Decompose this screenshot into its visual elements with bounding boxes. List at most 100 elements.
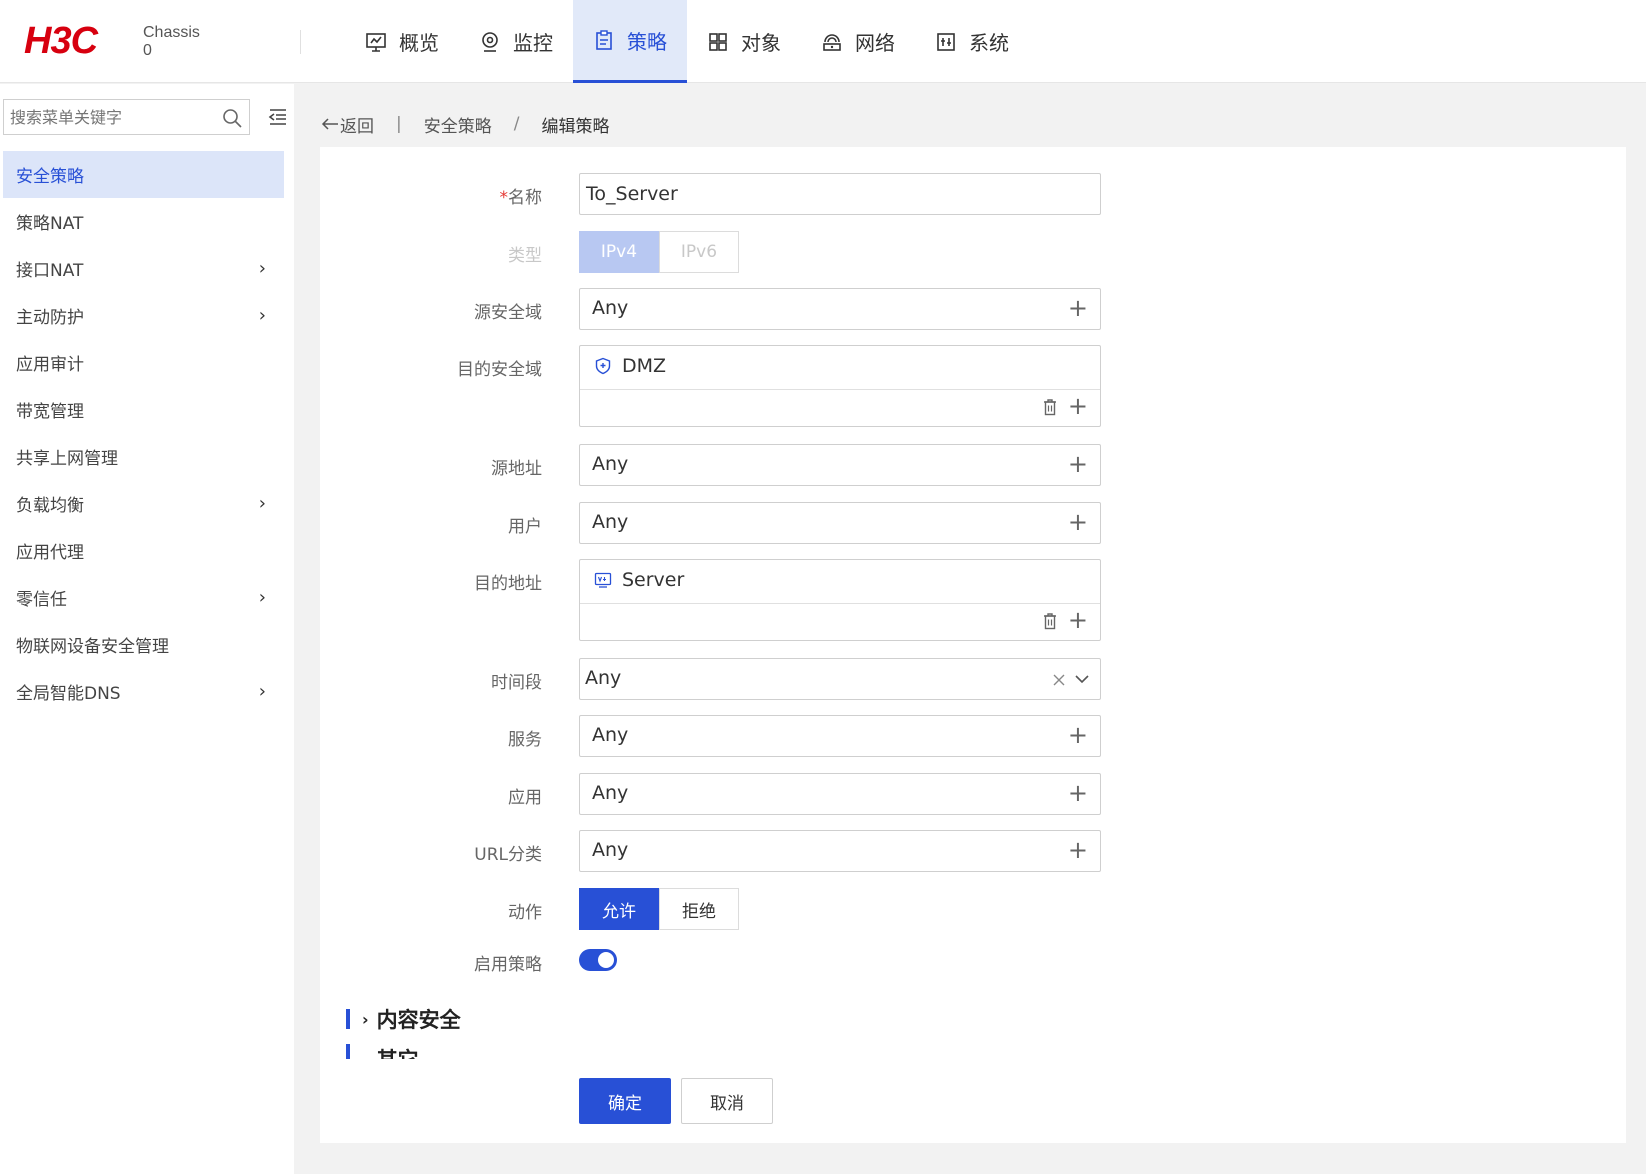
- menu-search-box[interactable]: [3, 99, 250, 135]
- breadcrumb-divider: |: [396, 114, 402, 134]
- dst-addr-field[interactable]: Server +: [579, 559, 1101, 641]
- form-row-action: 动作 允许 拒绝: [320, 888, 1626, 930]
- add-icon[interactable]: +: [1068, 723, 1088, 747]
- ip-type-selector: IPv4 IPv6: [579, 231, 739, 273]
- collapse-menu-icon[interactable]: [268, 108, 288, 126]
- chevron-right-icon: ›: [258, 493, 266, 514]
- type-label: 类型: [508, 246, 542, 266]
- form-row-app: 应用 Any +: [320, 773, 1626, 815]
- sidebar-item-interface-nat[interactable]: 接口NAT ›: [0, 245, 284, 292]
- breadcrumb-separator: /: [513, 114, 520, 134]
- content-security-section[interactable]: › 内容安全: [346, 1004, 461, 1034]
- sidebar-item-load-balance[interactable]: 负载均衡 ›: [0, 480, 284, 527]
- clipboard-icon: [596, 30, 612, 50]
- chevron-right-icon: ›: [258, 258, 266, 279]
- breadcrumb: 返回 | 安全策略 / 编辑策略: [320, 110, 609, 138]
- location-pin-icon: [482, 31, 498, 52]
- breadcrumb-parent[interactable]: 安全策略: [424, 112, 492, 137]
- dst-zone-field[interactable]: DMZ +: [579, 345, 1101, 427]
- topnav-label: 策略: [627, 29, 667, 54]
- ok-button[interactable]: 确定: [579, 1078, 671, 1124]
- clear-icon[interactable]: [1052, 673, 1066, 687]
- section-bar: [346, 1009, 350, 1029]
- breadcrumb-current: 编辑策略: [541, 116, 610, 137]
- topnav-label: 对象: [741, 31, 781, 55]
- trash-icon[interactable]: [1042, 612, 1058, 630]
- topnav-system[interactable]: 系统: [915, 0, 1029, 83]
- network-icon: [823, 33, 841, 51]
- form-row-time-range: 时间段 Any: [320, 658, 1626, 700]
- add-icon[interactable]: +: [1068, 608, 1088, 632]
- app-label: 应用: [508, 788, 542, 808]
- sidebar-item-shared-access[interactable]: 共享上网管理: [0, 433, 284, 480]
- topnav-monitor[interactable]: 监控: [459, 0, 573, 83]
- shield-icon: [595, 357, 611, 375]
- toggle-knob: [598, 952, 614, 968]
- action-selector: 允许 拒绝: [579, 888, 739, 930]
- topnav-label: 监控: [513, 31, 553, 55]
- src-zone-field[interactable]: Any +: [579, 288, 1101, 330]
- topnav-policy[interactable]: 策略: [573, 0, 687, 83]
- add-icon[interactable]: +: [1068, 781, 1088, 805]
- sidebar-item-global-dns[interactable]: 全局智能DNS ›: [0, 668, 284, 715]
- name-input[interactable]: To_Server: [579, 173, 1101, 215]
- arrow-left-icon: [321, 118, 338, 130]
- other-section[interactable]: › 其它: [346, 1044, 419, 1060]
- sidebar: 安全策略 策略NAT 接口NAT› 主动防护› 应用审计 带宽管理 共享上网管理…: [0, 84, 294, 1174]
- topnav-network[interactable]: 网络: [801, 0, 915, 83]
- top-navigation: 概览 监控 策略 对象 网络 系统: [345, 0, 1029, 83]
- sidebar-menu: 安全策略 策略NAT 接口NAT › 主动防护 › 应用审计 带宽管理 共享上网管理…: [0, 151, 284, 715]
- service-label: 服务: [508, 730, 542, 750]
- url-category-label: URL分类: [474, 845, 542, 865]
- chevron-down-icon[interactable]: [1074, 673, 1090, 685]
- ipv4-option: IPv4: [579, 231, 659, 273]
- url-category-field[interactable]: Any +: [579, 830, 1101, 872]
- form-row-dst-zone: 目的安全域 DMZ +: [320, 345, 1626, 427]
- topnav-overview[interactable]: 概览: [345, 0, 459, 83]
- action-deny-button[interactable]: 拒绝: [659, 888, 739, 930]
- add-icon[interactable]: +: [1068, 452, 1088, 476]
- form-row-dst-addr: 目的地址 Server +: [320, 559, 1626, 641]
- sidebar-item-policy-nat[interactable]: 策略NAT: [0, 198, 284, 245]
- service-field[interactable]: Any +: [579, 715, 1101, 757]
- field-divider: [580, 603, 1100, 604]
- action-label: 动作: [508, 903, 542, 923]
- app-field[interactable]: Any +: [579, 773, 1101, 815]
- add-icon[interactable]: +: [1068, 838, 1088, 862]
- add-icon[interactable]: +: [1068, 296, 1088, 320]
- action-permit-button[interactable]: 允许: [579, 888, 659, 930]
- add-icon[interactable]: +: [1068, 510, 1088, 534]
- sidebar-item-app-proxy[interactable]: 应用代理: [0, 527, 284, 574]
- enable-label: 启用策略: [474, 955, 542, 975]
- chevron-right-icon: ›: [258, 587, 266, 608]
- name-value: To_Server: [586, 183, 678, 205]
- monitor-icon: [366, 32, 386, 52]
- enable-policy-toggle[interactable]: [579, 949, 617, 971]
- chevron-right-icon: ›: [258, 681, 266, 702]
- sidebar-item-zero-trust[interactable]: 零信任 ›: [0, 574, 284, 621]
- device-label: Chassis 0: [143, 24, 200, 60]
- src-zone-label: 源安全域: [474, 303, 542, 323]
- src-addr-field[interactable]: Any +: [579, 444, 1101, 486]
- sidebar-item-bandwidth[interactable]: 带宽管理: [0, 386, 284, 433]
- ipv6-option: IPv6: [659, 231, 739, 273]
- sidebar-item-app-audit[interactable]: 应用审计: [0, 339, 284, 386]
- form-row-type: 类型 IPv4 IPv6: [320, 231, 1626, 273]
- add-icon[interactable]: +: [1068, 394, 1088, 418]
- dst-zone-tag: DMZ: [622, 355, 667, 377]
- trash-icon[interactable]: [1042, 398, 1058, 416]
- form-row-user: 用户 Any +: [320, 502, 1626, 544]
- back-link[interactable]: 返回: [320, 112, 374, 137]
- time-range-label: 时间段: [491, 673, 542, 693]
- sidebar-item-security-policy[interactable]: 安全策略: [3, 151, 284, 198]
- search-icon[interactable]: [221, 107, 243, 129]
- sidebar-item-iot-security[interactable]: 物联网设备安全管理: [0, 621, 284, 668]
- form-row-src-addr: 源地址 Any +: [320, 444, 1626, 486]
- topnav-object[interactable]: 对象: [687, 0, 801, 83]
- sidebar-item-active-defense[interactable]: 主动防护 ›: [0, 292, 284, 339]
- cancel-button[interactable]: 取消: [681, 1078, 773, 1124]
- user-field[interactable]: Any +: [579, 502, 1101, 544]
- edit-policy-form: *名称 To_Server 类型 IPv4 IPv6 源安全域 Any + 目的…: [320, 147, 1626, 1143]
- menu-search-input[interactable]: [4, 100, 204, 134]
- time-range-select[interactable]: Any: [579, 658, 1101, 700]
